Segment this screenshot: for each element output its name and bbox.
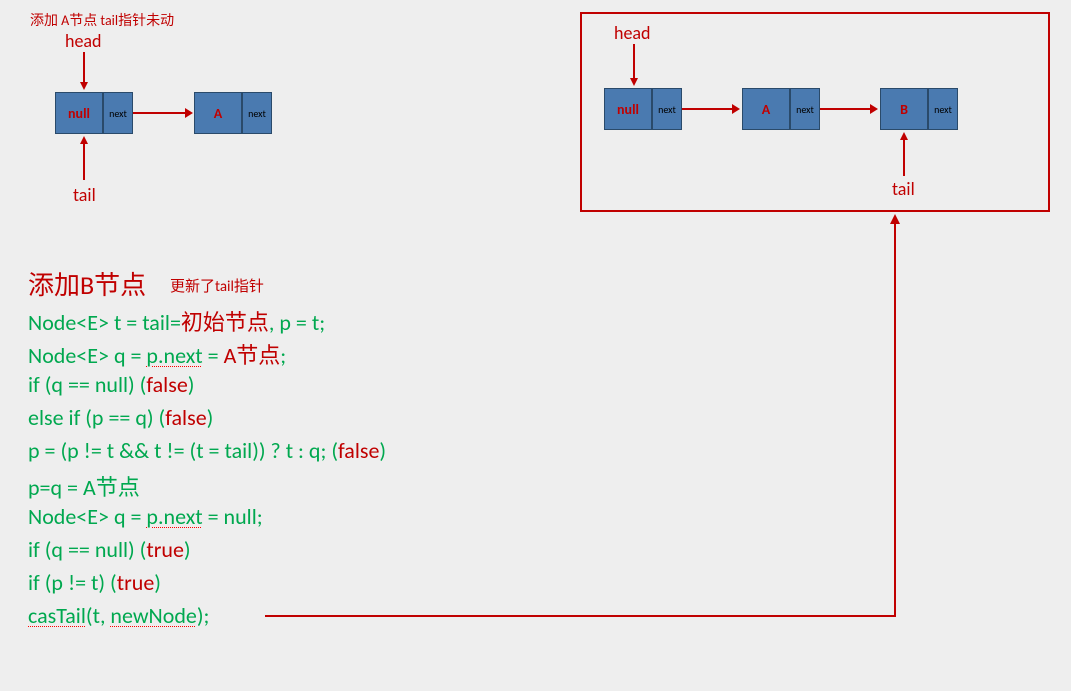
result-arrow-icon [265, 212, 905, 622]
left-tail-label: tail [73, 184, 96, 206]
code-seg: p=q = A节点 [28, 474, 140, 501]
code-line-3: if (q == null) (false) [28, 371, 194, 398]
code-seg: else if (p == q) ( [28, 404, 165, 431]
right-node1-value-text: null [617, 101, 639, 118]
code-seg: if (p != t) ( [28, 569, 117, 596]
code-seg: casTail [28, 602, 86, 629]
code-title-sub: 更新了tail指针 [170, 275, 264, 296]
left-node1-value-text: null [68, 105, 90, 122]
code-line-4: else if (p == q) (false) [28, 404, 213, 431]
code-seg: 初始节点 [181, 309, 269, 336]
right-node3-value: B [880, 88, 928, 130]
code-line-2: Node<E> q = p.next = A节点; [28, 338, 286, 370]
right-node2-next: next [790, 88, 820, 130]
right-tail-label: tail [892, 178, 915, 200]
code-line-7: Node<E> q = p.next = null; [28, 503, 263, 530]
right-node3-next: next [928, 88, 958, 130]
left-head-label: head [65, 30, 102, 52]
code-seg: ) [184, 536, 191, 563]
right-link2-arrow-icon [820, 104, 878, 114]
right-node3-value-text: B [900, 101, 908, 118]
right-node1-next: next [652, 88, 682, 130]
right-node1-next-text: next [658, 103, 676, 116]
right-tail-arrow-icon [900, 132, 908, 176]
code-seg: ) [154, 569, 161, 596]
right-node1-value: null [604, 88, 652, 130]
code-seg: false [146, 371, 187, 398]
code-seg: if (q == null) ( [28, 536, 146, 563]
left-node1-value: null [55, 92, 103, 134]
code-seg: = [203, 342, 224, 369]
left-node1-next: next [103, 92, 133, 134]
left-head-arrow-icon [80, 52, 88, 90]
left-tail-arrow-icon [80, 136, 88, 180]
code-seg: = null; [203, 503, 263, 530]
left-node2-value: A [194, 92, 242, 134]
code-seg: newNode [110, 602, 196, 629]
right-head-arrow-icon [630, 44, 638, 86]
left-diagram-title: 添加 A节点 tail指针未动 [30, 10, 174, 30]
code-seg: ) [188, 371, 195, 398]
right-link1-arrow-icon [682, 104, 740, 114]
code-line-10: casTail(t, newNode); [28, 602, 209, 629]
code-seg: Node<E> t = tail= [28, 309, 181, 336]
left-node2-next-text: next [248, 107, 266, 120]
code-seg: p.next [146, 342, 202, 369]
left-node2-next: next [242, 92, 272, 134]
code-seg: p.next [146, 503, 202, 530]
right-head-label: head [614, 22, 651, 44]
right-node2-next-text: next [796, 103, 814, 116]
right-node2-value: A [742, 88, 790, 130]
code-line-6: p=q = A节点 [28, 470, 140, 502]
code-seg: if (q == null) ( [28, 371, 146, 398]
right-node3-next-text: next [934, 103, 952, 116]
code-seg: ) [207, 404, 214, 431]
code-seg: ); [197, 602, 210, 629]
code-seg: Node<E> q = [28, 503, 146, 530]
code-seg: Node<E> q = [28, 342, 146, 369]
code-seg: (t, [86, 602, 111, 629]
code-title-main: 添加B节点 [28, 265, 146, 302]
left-link-arrow-icon [133, 108, 193, 118]
code-seg: true [117, 569, 155, 596]
left-node2-value-text: A [214, 105, 222, 122]
code-seg: true [146, 536, 184, 563]
right-node2-value-text: A [762, 101, 770, 118]
code-seg: false [165, 404, 206, 431]
code-line-8: if (q == null) (true) [28, 536, 191, 563]
code-line-9: if (p != t) (true) [28, 569, 161, 596]
left-node1-next-text: next [109, 107, 127, 120]
